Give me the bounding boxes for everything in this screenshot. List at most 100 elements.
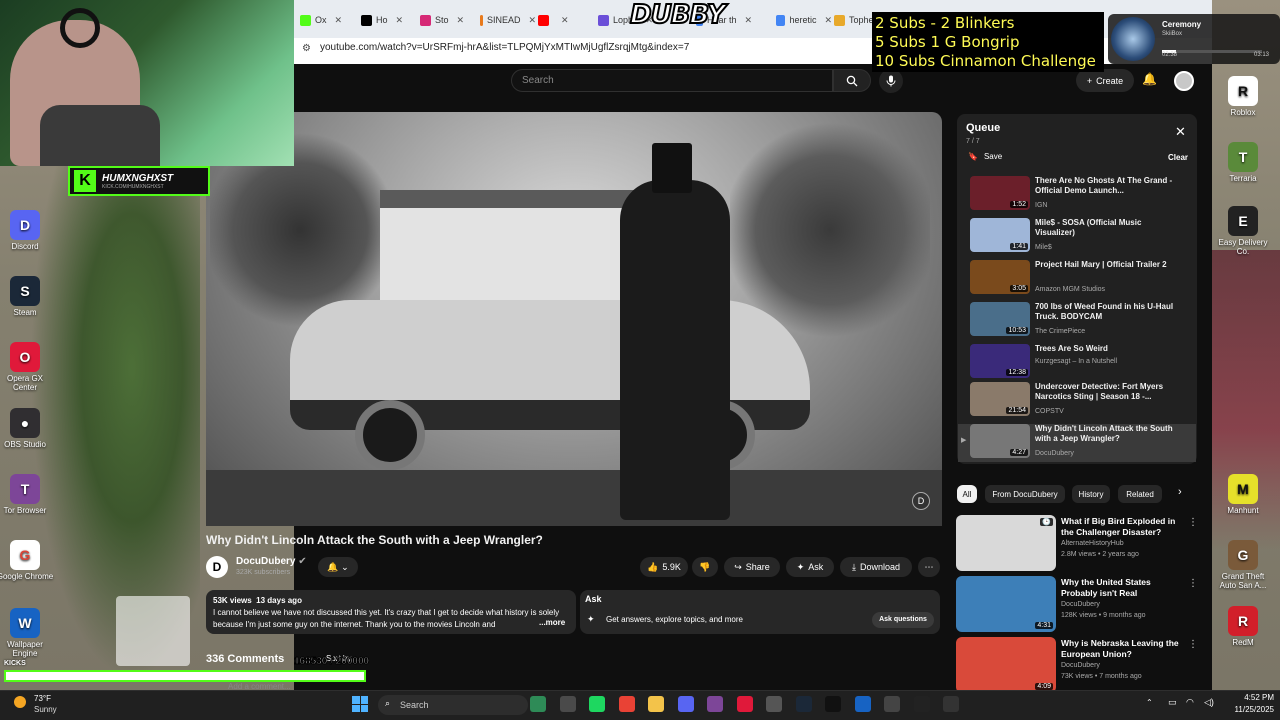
channel-name[interactable]: DocuDubery ✔: [236, 556, 307, 567]
taskbar-app-icon[interactable]: [795, 696, 812, 712]
browser-tab[interactable]: Sto ✕: [420, 8, 476, 32]
taskbar-time[interactable]: 4:52 PM: [1222, 693, 1274, 702]
ask-questions-button[interactable]: Ask questions: [872, 612, 934, 628]
voice-search-button[interactable]: [879, 69, 903, 93]
wifi-icon[interactable]: ◠: [1186, 697, 1194, 708]
browser-tab[interactable]: ✕: [538, 8, 594, 32]
tab-close-icon[interactable]: ✕: [561, 15, 569, 26]
tab-label: SINEAD: [486, 15, 521, 25]
chip-related[interactable]: Related: [1118, 485, 1162, 503]
weather-description[interactable]: Sunny: [34, 705, 57, 714]
taskbar-app-icon[interactable]: [677, 696, 694, 712]
chevron-up-icon[interactable]: ⌃: [1146, 698, 1153, 707]
browser-tab[interactable]: heretic ✕: [776, 8, 832, 32]
app-icon: M: [1228, 474, 1258, 504]
taskbar-date[interactable]: 11/25/2025: [1222, 705, 1274, 714]
queue-item-channel: Mile$: [1035, 244, 1052, 251]
chip-history[interactable]: History: [1072, 485, 1110, 503]
taskbar-app-icon[interactable]: [530, 696, 546, 712]
description-box[interactable]: 53K views 13 days ago I cannot believe w…: [206, 590, 576, 634]
video-duration: 10:53: [1006, 327, 1028, 334]
chip-all[interactable]: All: [957, 485, 977, 503]
tab-close-icon[interactable]: ✕: [824, 15, 832, 26]
ask-button[interactable]: ✦ Ask: [786, 557, 834, 577]
desktop-icon[interactable]: S Steam: [0, 276, 54, 317]
desktop-icon[interactable]: T Terraria: [1214, 142, 1272, 183]
tab-close-icon[interactable]: ✕: [396, 15, 404, 26]
site-info-icon[interactable]: ⚙: [302, 43, 311, 54]
search-button[interactable]: [833, 69, 871, 92]
create-label: Create: [1096, 75, 1124, 86]
desktop-icon[interactable]: D Discord: [0, 210, 54, 251]
create-button[interactable]: + Create: [1076, 69, 1134, 92]
taskbar-app-icon[interactable]: [589, 696, 605, 712]
tab-close-icon[interactable]: ✕: [457, 15, 465, 26]
windows-start-icon[interactable]: [352, 696, 368, 712]
close-icon[interactable]: ✕: [1175, 124, 1186, 140]
desktop-icon[interactable]: R RedM: [1214, 606, 1272, 647]
search-input[interactable]: Search: [511, 69, 833, 92]
channel-watermark-icon[interactable]: D: [912, 492, 930, 510]
volume-icon[interactable]: ◁): [1204, 697, 1214, 708]
more-vert-icon[interactable]: ⋮: [1188, 517, 1198, 528]
show-more-link[interactable]: ...more: [536, 618, 566, 627]
taskbar-search[interactable]: Search: [378, 695, 528, 715]
more-actions-button[interactable]: ⋯: [918, 557, 940, 577]
battery-icon[interactable]: ▭: [1168, 697, 1177, 708]
queue-item[interactable]: 1:41 Mile$ - SOSA (Official Music Visuali…: [970, 218, 1192, 256]
like-button[interactable]: 👍 5.9K: [640, 557, 688, 577]
share-button[interactable]: ↪ Share: [724, 557, 780, 577]
desktop-icon[interactable]: W Wallpaper Engine: [0, 608, 54, 658]
queue-item[interactable]: 12:38 Trees Are So Weird Kurzgesagt – In a…: [970, 344, 1192, 382]
watch-later-icon[interactable]: 🕒: [1040, 518, 1053, 526]
more-vert-icon[interactable]: ⋮: [1188, 639, 1198, 650]
tab-close-icon[interactable]: ✕: [744, 15, 752, 26]
taskbar-app-icon[interactable]: [559, 696, 576, 712]
queue-item[interactable]: 1:52 There Are No Ghosts At The Grand - O…: [970, 176, 1192, 214]
taskbar-app-icon[interactable]: [618, 696, 635, 712]
chevron-right-icon[interactable]: ›: [1178, 486, 1182, 498]
recommended-video[interactable]: 🕒 What if Big Bird Exploded in the Challe…: [956, 515, 1198, 573]
recommended-video[interactable]: 4:31 Why the United States Probably isn't…: [956, 576, 1198, 634]
queue-item[interactable]: 4:27 Why Didn't Lincoln Attack the South …: [958, 424, 1196, 462]
user-avatar[interactable]: [1174, 71, 1194, 91]
taskbar-app-icon[interactable]: [913, 696, 930, 712]
weather-temperature[interactable]: 73°F: [34, 694, 51, 703]
download-button[interactable]: ⤓ Download: [840, 557, 912, 577]
tab-close-icon[interactable]: ✕: [528, 15, 536, 26]
desktop-icon[interactable]: G Grand Theft Auto San A...: [1214, 540, 1272, 590]
queue-item[interactable]: 21:54 Undercover Detective: Fort Myers Na…: [970, 382, 1192, 420]
queue-clear-button[interactable]: Clear: [1168, 153, 1188, 162]
recommended-video[interactable]: 4:09 Why is Nebraska Leaving the European…: [956, 637, 1198, 695]
more-vert-icon[interactable]: ⋮: [1188, 578, 1198, 589]
browser-tab[interactable]: Ox ✕: [300, 8, 356, 32]
desktop-icon[interactable]: O Opera GX Center: [0, 342, 54, 392]
queue-save-button[interactable]: 🔖 Save: [968, 152, 1002, 161]
browser-tab[interactable]: Ho ✕: [361, 8, 417, 32]
taskbar-app-icon[interactable]: [648, 696, 664, 712]
desktop-icon[interactable]: E Easy Delivery Co.: [1214, 206, 1272, 256]
taskbar-app-icon[interactable]: [766, 696, 782, 712]
taskbar-app-icon[interactable]: [825, 696, 841, 712]
chip-from-docudubery[interactable]: From DocuDubery: [985, 485, 1065, 503]
taskbar-app-icon[interactable]: [736, 696, 753, 712]
queue-item[interactable]: 10:53 700 lbs of Weed Found in his U-Haul…: [970, 302, 1192, 340]
desktop-icon[interactable]: R Roblox: [1214, 76, 1272, 117]
browser-tab[interactable]: SINEAD ✕: [480, 8, 536, 32]
taskbar-app-icon[interactable]: [884, 696, 900, 712]
notifications-bell-icon[interactable]: 🔔: [1142, 72, 1157, 86]
desktop-icon[interactable]: ● OBS Studio: [0, 408, 54, 449]
url-text[interactable]: youtube.com/watch?v=UrSRFmj-hrA&list=TLP…: [320, 42, 689, 53]
desktop-icon[interactable]: M Manhunt: [1214, 474, 1272, 515]
tab-close-icon[interactable]: ✕: [335, 15, 343, 26]
dislike-button[interactable]: 👎: [692, 557, 718, 577]
queue-item[interactable]: 3:05 Project Hail Mary | Official Trailer…: [970, 260, 1192, 298]
subscription-bell-button[interactable]: 🔔 ⌄: [318, 557, 358, 577]
taskbar-app-icon[interactable]: [943, 696, 959, 712]
taskbar-app-icon[interactable]: [707, 696, 723, 712]
sun-icon[interactable]: [14, 696, 26, 708]
desktop-icon[interactable]: G Google Chrome: [0, 540, 54, 581]
channel-avatar[interactable]: D: [206, 556, 228, 578]
desktop-icon[interactable]: T Tor Browser: [0, 474, 54, 515]
taskbar-app-icon[interactable]: [854, 696, 871, 712]
